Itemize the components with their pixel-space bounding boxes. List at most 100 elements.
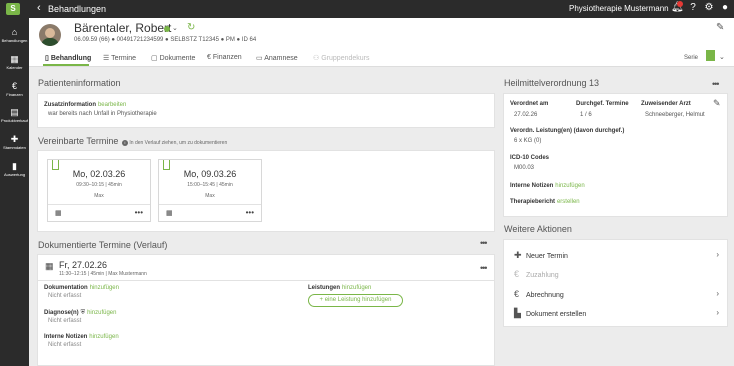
appointment-time: 09:30–10:15 | 45min: [76, 182, 122, 188]
help-icon[interactable]: ?: [687, 2, 699, 14]
appointment-therapist: Max: [94, 193, 104, 199]
practice-name: Physiotherapie Mustermann: [569, 4, 669, 13]
zusatzinfo-label: Zusatzinformation: [44, 102, 96, 108]
zusatzinfo-edit-link[interactable]: bearbeiten: [98, 102, 126, 108]
tab-dokumente[interactable]: ▢ Dokumente: [151, 54, 195, 62]
more-icon[interactable]: •••: [712, 79, 720, 89]
puzzle-icon: ✚: [10, 134, 19, 144]
weitere-aktionen-card: ✚ Neuer Termin › € Zuzahlung € Abrechnung ›…: [503, 239, 728, 327]
refresh-icon[interactable]: ↻: [187, 22, 195, 33]
action-label: Dokument erstellen: [526, 311, 587, 318]
tab-gruppendekurs: ⚇ Gruppendekurs: [313, 54, 370, 62]
section-title-weitere-aktionen: Weitere Aktionen: [504, 224, 572, 234]
status-dot-icon[interactable]: [164, 26, 170, 32]
bookmark-icon: ▯: [45, 55, 49, 62]
leistungen-add-link[interactable]: hinzufügen: [342, 285, 371, 291]
euro-icon: €: [514, 269, 520, 279]
chevron-down-icon[interactable]: ⌄: [172, 24, 178, 32]
calendar-icon: ▦: [10, 54, 19, 64]
sidebar-item-finanzen[interactable]: € Finanzen: [0, 81, 29, 97]
verordnet-am-value: 27.02.26: [514, 112, 538, 118]
interne-notizen-add-link[interactable]: hinzufügen: [89, 334, 118, 340]
notification-badge: [677, 1, 683, 7]
serie-label: Serie: [684, 55, 699, 61]
sidebar-item-label: Produktverkauf: [1, 118, 28, 123]
chevron-down-icon[interactable]: ⌄: [719, 53, 725, 61]
more-icon[interactable]: •••: [246, 208, 254, 217]
sidebar-item-auswertung[interactable]: ▮ Auswertung: [0, 161, 29, 177]
action-neuer-termin[interactable]: ✚ Neuer Termin: [514, 250, 568, 261]
home-icon: ⌂: [11, 27, 18, 37]
back-chevron-icon[interactable]: ‹: [37, 2, 41, 14]
more-icon[interactable]: •••: [480, 238, 488, 248]
tab-label: Dokumente: [159, 55, 196, 62]
document-icon: ▙: [514, 308, 521, 318]
sidebar-item-kalender[interactable]: ▦ Kalender: [0, 54, 29, 70]
calendar-icon[interactable]: ▦: [166, 209, 173, 217]
verordnet-am-label: Verordnet am: [510, 101, 549, 107]
patientinfo-card: Zusatzinformation bearbeiten war bereits…: [37, 93, 495, 128]
arzt-value: Schneeberger, Helmut: [645, 112, 705, 118]
calendar-icon[interactable]: ▦: [55, 209, 62, 217]
action-label: Neuer Termin: [526, 253, 568, 260]
action-abrechnung[interactable]: € Abrechnung: [514, 289, 564, 299]
sidebar-item-produktverkauf[interactable]: ▤ Produktverkauf: [0, 107, 29, 123]
action-dokument-erstellen[interactable]: ▙ Dokument erstellen: [514, 308, 586, 319]
therapiebericht-label: Therapiebericht: [510, 199, 556, 205]
chevron-right-icon[interactable]: ›: [716, 250, 719, 259]
interne-notizen-label: Interne Notizen: [510, 183, 554, 189]
tab-label: Anamnese: [264, 55, 298, 62]
sidebar-item-behandlungen[interactable]: ⌂ Behandlungen: [0, 27, 29, 43]
diagnose-label: Diagnose(n): [44, 310, 79, 316]
diagnose-add-link[interactable]: hinzufügen: [87, 310, 116, 316]
add-leistung-button[interactable]: + eine Leistung hinzufügen: [308, 294, 403, 307]
diagnose-value: Nicht erfasst: [48, 318, 82, 324]
more-icon[interactable]: •••: [480, 263, 488, 273]
action-label: Abrechnung: [526, 292, 564, 299]
gear-icon[interactable]: ⚙: [703, 2, 715, 14]
edit-icon[interactable]: ✎: [716, 22, 724, 33]
page-title: Behandlungen: [48, 4, 107, 14]
appointment-date: Mo, 09.03.26: [183, 169, 237, 179]
edit-icon[interactable]: ✎: [713, 98, 721, 109]
avatar: [39, 24, 61, 46]
dokumentation-add-link[interactable]: hinzufügen: [90, 285, 119, 291]
action-label: Zuzahlung: [526, 272, 559, 279]
more-icon[interactable]: •••: [135, 208, 143, 217]
sidebar-item-label: Kalender: [6, 65, 23, 70]
chevron-right-icon[interactable]: ›: [716, 289, 719, 298]
divider: [159, 204, 261, 205]
file-icon: ▢: [151, 55, 158, 62]
app-logo[interactable]: S: [6, 3, 20, 15]
therapiebericht-create-link[interactable]: erstellen: [557, 199, 580, 205]
tab-behandlung[interactable]: ▯ Behandlung: [45, 54, 91, 62]
zusatzinfo-text: war bereits nach Unfall in Physiotherapi…: [48, 111, 157, 117]
tab-anamnese[interactable]: ▭ Anamnese: [256, 54, 298, 62]
interne-notizen-label: Interne Notizen: [44, 334, 88, 340]
leistungen-label: Verordn. Leistung(en) (davon durchgef.): [510, 128, 625, 134]
user-icon[interactable]: ●: [719, 2, 731, 14]
divider: [48, 204, 150, 205]
appointment-therapist: Max: [205, 193, 215, 199]
leistungen-value: 6 x KG (0): [514, 138, 542, 144]
drag-hint-text: In den Verlauf ziehen, um zu dokumentier…: [129, 140, 228, 146]
tab-label: Gruppendekurs: [321, 55, 370, 62]
interne-notizen-add-link[interactable]: hinzufügen: [555, 183, 584, 189]
sidebar: ⌂ Behandlungen ▦ Kalender € Finanzen ▤ P…: [0, 18, 29, 366]
patient-name: Bärentaler, Robert: [74, 21, 172, 35]
practice-selector[interactable]: Physiotherapie Mustermann ⌄: [569, 4, 678, 13]
tab-finanzen[interactable]: € Finanzen: [207, 54, 242, 61]
bookmark-icon[interactable]: [706, 50, 715, 61]
dokumentiert-card: ▦ Fr, 27.02.26 11:30–12:15 | 45min | Max…: [37, 254, 495, 366]
appointment-card[interactable]: Mo, 02.03.26 09:30–10:15 | 45min Max ▦ •…: [47, 159, 151, 222]
dokumentation-value: Nicht erfasst: [48, 293, 82, 299]
icd-label: ICD-10 Codes: [510, 155, 550, 161]
chevron-right-icon[interactable]: ›: [716, 308, 719, 317]
sidebar-item-stammdaten[interactable]: ✚ Stammdaten: [0, 134, 29, 150]
appointment-card[interactable]: Mo, 09.03.26 15:00–15:45 | 45min Max ▦ •…: [158, 159, 262, 222]
euro-icon: €: [514, 289, 520, 299]
tab-termine[interactable]: ☰ Termine: [103, 54, 136, 62]
sidebar-item-label: Stammdaten: [3, 145, 26, 150]
section-title-heilmittelverordnung: Heilmittelverordnung 13: [504, 78, 600, 88]
documented-date: Fr, 27.02.26: [59, 260, 108, 270]
